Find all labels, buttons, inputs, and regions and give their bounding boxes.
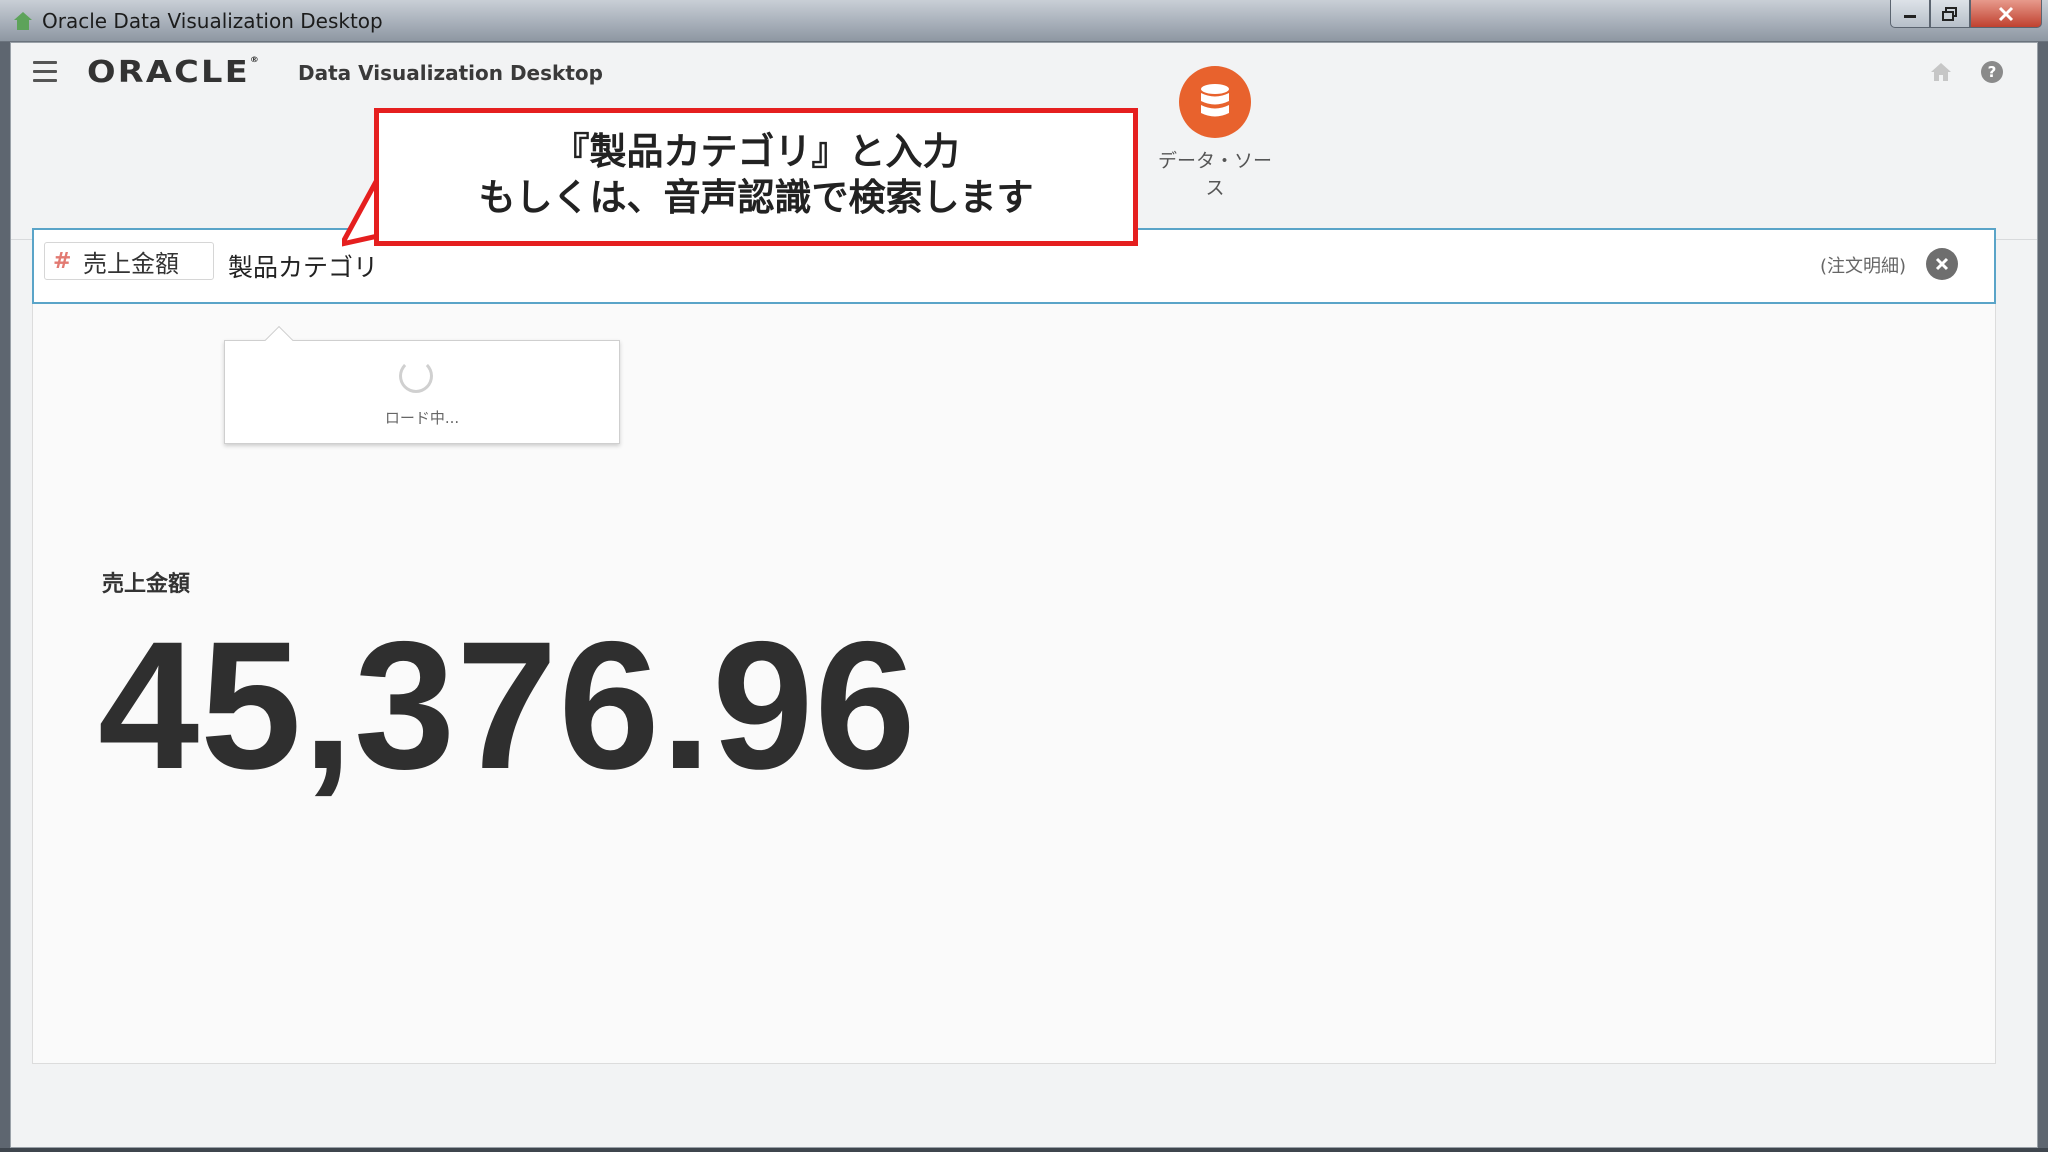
product-name: Data Visualization Desktop <box>298 61 603 85</box>
hamburger-menu-icon[interactable] <box>33 61 57 83</box>
home-icon[interactable] <box>1929 61 1953 83</box>
search-token-label: 売上金額 <box>83 249 179 278</box>
kpi-label: 売上金額 <box>102 572 191 597</box>
search-suggestions-popup: ロード中... <box>224 325 620 444</box>
clear-search-button[interactable] <box>1926 248 1958 280</box>
restore-icon <box>1942 6 1957 21</box>
window-title: Oracle Data Visualization Desktop <box>42 9 383 33</box>
minimize-icon <box>1904 14 1916 18</box>
window-controls <box>1890 0 2042 28</box>
data-source-label: データ・ソース <box>1157 150 1272 199</box>
measure-icon: # <box>53 248 72 274</box>
search-input[interactable]: 製品カテゴリ <box>228 248 378 284</box>
kpi-value: 45,376.96 <box>98 603 917 807</box>
app-icon <box>14 12 32 30</box>
app-header: ORACLE® Data Visualization Desktop ? <box>11 43 2037 103</box>
clear-icon <box>1935 257 1949 271</box>
maximize-button[interactable] <box>1930 0 1970 28</box>
oracle-logo: ORACLE® <box>87 55 262 90</box>
close-window-button[interactable] <box>1970 0 2042 28</box>
help-icon[interactable]: ? <box>1981 61 2003 83</box>
search-scope: (注文明細) <box>1819 256 1906 277</box>
window-bottom-border <box>0 1148 2048 1152</box>
close-icon <box>1998 6 2014 21</box>
database-icon <box>1179 66 1251 138</box>
loading-spinner-icon <box>399 359 433 393</box>
instruction-callout: 『製品カテゴリ』と入力 もしくは、音声認識で検索します <box>374 108 1138 246</box>
callout-line-2: もしくは、音声認識で検索します <box>478 176 1034 219</box>
data-source-button[interactable]: データ・ソース <box>1150 66 1280 200</box>
callout-line-1: 『製品カテゴリ』と入力 <box>552 130 960 173</box>
window-titlebar[interactable]: Oracle Data Visualization Desktop <box>0 0 2048 42</box>
minimize-button[interactable] <box>1890 0 1930 28</box>
search-token-pill[interactable]: # 売上金額 <box>44 242 214 280</box>
loading-text: ロード中... <box>384 409 460 427</box>
